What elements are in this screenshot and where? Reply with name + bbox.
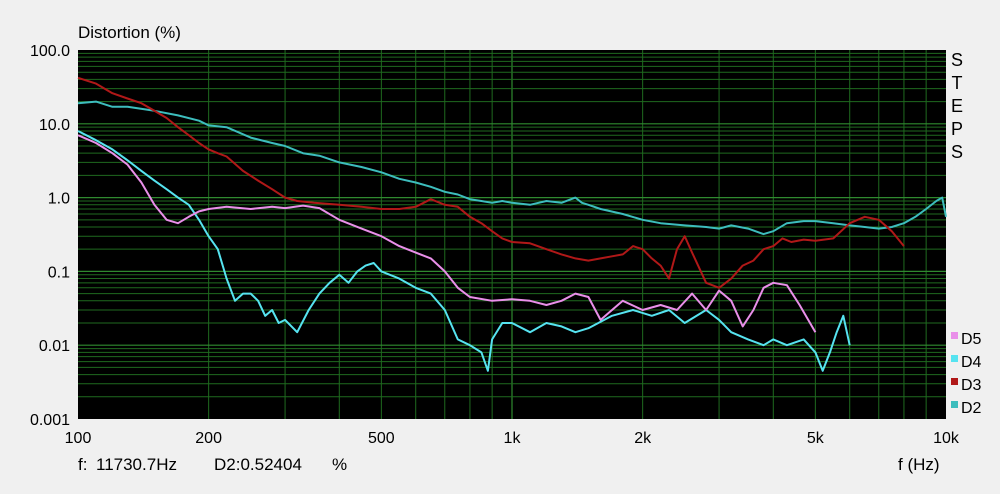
legend-label-d4: D4 — [961, 354, 982, 371]
y-tick-label: 10.0 — [39, 117, 70, 134]
legend-label-d5: D5 — [961, 331, 982, 348]
steps-letter: S — [951, 142, 963, 162]
readout-measure: D2:0.52404 — [214, 455, 302, 474]
steps-letter: E — [951, 96, 963, 116]
readout-unit: % — [332, 455, 347, 474]
y-tick-label: 0.001 — [30, 412, 70, 429]
legend-swatch-d3 — [951, 378, 958, 385]
x-tick-label: 5k — [807, 430, 825, 447]
y-axis-label: Distortion (%) — [78, 23, 181, 42]
readout-freq-value: 11730.7Hz — [96, 455, 177, 474]
steps-letter: P — [951, 119, 963, 139]
x-tick-label: 2k — [634, 430, 652, 447]
y-tick-label: 0.01 — [39, 338, 70, 355]
legend-label-d2: D2 — [961, 400, 982, 417]
steps-label: STEPS — [951, 50, 963, 162]
steps-letter: T — [952, 73, 963, 93]
legend-label-d3: D3 — [961, 377, 982, 394]
distortion-chart: 100.0 10.0 1.0 0.1 0.01 0.001 100 200 500 1k 2k 5k… — [0, 0, 1000, 494]
readout-freq-label: f: — [78, 455, 87, 474]
y-tick-label: 0.1 — [48, 264, 70, 281]
x-tick-label: 200 — [195, 430, 222, 447]
legend: D5 D4 D3 D2 — [951, 331, 982, 417]
x-tick-label: 100 — [65, 430, 92, 447]
x-axis-label: f (Hz) — [898, 455, 940, 474]
y-tick-label: 1.0 — [48, 191, 70, 208]
legend-swatch-d5 — [951, 332, 958, 339]
steps-letter: S — [951, 50, 963, 70]
legend-swatch-d2 — [951, 401, 958, 408]
y-tick-label: 100.0 — [30, 43, 70, 60]
x-tick-labels: 100 200 500 1k 2k 5k 10k — [65, 430, 960, 447]
legend-swatch-d4 — [951, 355, 958, 362]
chart-svg: 100.0 10.0 1.0 0.1 0.01 0.001 100 200 500 1k 2k 5k… — [30, 23, 982, 474]
x-tick-label: 1k — [504, 430, 522, 447]
y-tick-labels: 100.0 10.0 1.0 0.1 0.01 0.001 — [30, 43, 70, 429]
x-tick-label: 500 — [368, 430, 395, 447]
x-tick-label: 10k — [933, 430, 960, 447]
